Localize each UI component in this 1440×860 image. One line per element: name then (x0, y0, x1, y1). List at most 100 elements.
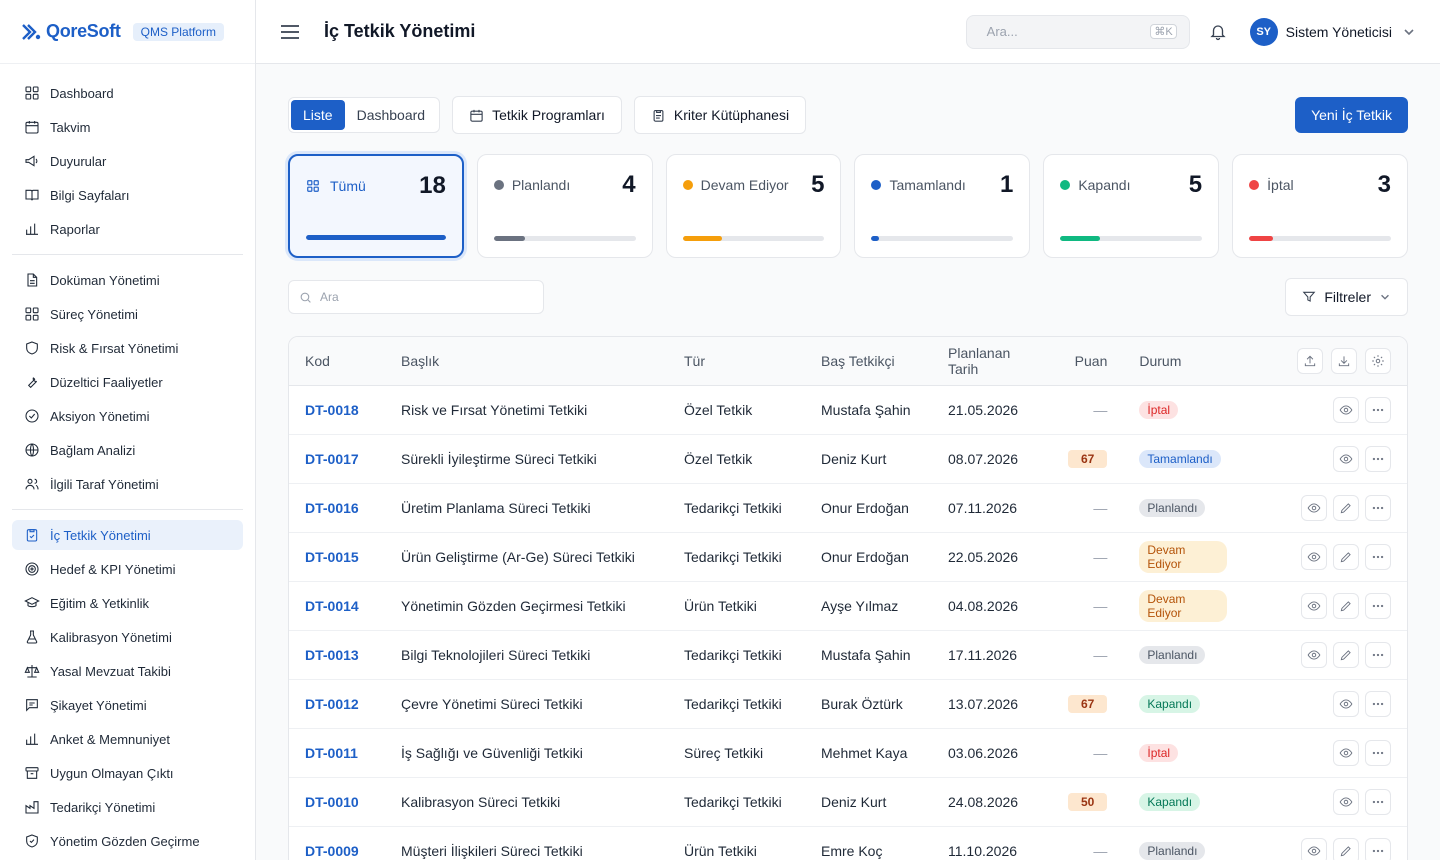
sidebar-item[interactable]: Duyurular (12, 146, 243, 176)
eye-icon[interactable] (1333, 445, 1359, 472)
sidebar-item[interactable]: Anket & Memnuniyet (12, 724, 243, 754)
menu-toggle-icon[interactable] (280, 22, 300, 42)
table-row[interactable]: DT-0012 Çevre Yönetimi Süreci Tetkiki Teda… (289, 679, 1407, 729)
download-icon[interactable] (1331, 347, 1357, 374)
sidebar-item[interactable]: Takvim (12, 112, 243, 142)
sidebar-item[interactable]: Kalibrasyon Yönetimi (12, 622, 243, 652)
sidebar-item[interactable]: Aksiyon Yönetimi (12, 401, 243, 431)
col-status[interactable]: Durum (1123, 337, 1244, 386)
pencil-icon[interactable] (1333, 641, 1359, 668)
col-code[interactable]: Kod (289, 337, 385, 386)
sidebar-item-label: Anket & Memnuniyet (50, 731, 170, 747)
eye-icon[interactable] (1301, 641, 1327, 668)
audit-code-link[interactable]: DT-0018 (289, 385, 385, 435)
table-row[interactable]: DT-0011 İş Sağlığı ve Güvenliği Tetkiki Sü… (289, 728, 1407, 778)
eye-icon[interactable] (1301, 592, 1327, 619)
eye-icon[interactable] (1301, 837, 1327, 860)
sidebar-item[interactable]: Dashboard (12, 78, 243, 108)
status-card[interactable]: Kapandı 5 (1043, 154, 1220, 258)
sidebar-item[interactable]: Süreç Yönetimi (12, 299, 243, 329)
table-row[interactable]: DT-0014 Yönetimin Gözden Geçirmesi Tetkik… (289, 581, 1407, 631)
col-lead-auditor[interactable]: Baş Tetkikçi (805, 337, 932, 386)
audit-table: Kod Başlık Tür Baş Tetkikçi Planlanan Ta… (288, 336, 1408, 860)
sidebar-item[interactable]: Eğitim & Yetkinlik (12, 588, 243, 618)
sidebar-item[interactable]: Yönetim Gözden Geçirme (12, 826, 243, 856)
avatar[interactable]: SY (1249, 17, 1278, 46)
audit-code-link[interactable]: DT-0016 (289, 483, 385, 533)
table-row[interactable]: DT-0016 Üretim Planlama Süreci Tetkiki Ted… (289, 483, 1407, 533)
sidebar-item[interactable]: Düzeltici Faaliyetler (12, 367, 243, 397)
bell-icon[interactable] (1208, 22, 1228, 42)
table-row[interactable]: DT-0013 Bilgi Teknolojileri Süreci Tetkik… (289, 630, 1407, 680)
more-icon[interactable] (1365, 445, 1391, 472)
sidebar-item[interactable]: Bilgi Sayfaları (12, 180, 243, 210)
more-icon[interactable] (1365, 690, 1391, 717)
col-type[interactable]: Tür (668, 337, 805, 386)
audit-code-link[interactable]: DT-0009 (289, 826, 385, 860)
upload-icon[interactable] (1297, 347, 1323, 374)
pencil-icon[interactable] (1333, 837, 1359, 860)
audit-programs-button[interactable]: Tetkik Programları (452, 96, 622, 134)
col-score[interactable]: Puan (1052, 337, 1124, 386)
view-dashboard-button[interactable]: Dashboard (345, 100, 438, 130)
sidebar-item[interactable]: İlgili Taraf Yönetimi (12, 469, 243, 499)
sidebar-item[interactable]: Şikayet Yönetimi (12, 690, 243, 720)
filters-button[interactable]: Filtreler (1285, 278, 1408, 316)
table-row[interactable]: DT-0017 Sürekli İyileştirme Süreci Tetkik… (289, 434, 1407, 484)
table-row[interactable]: DT-0010 Kalibrasyon Süreci Tetkiki Tedarik… (289, 777, 1407, 827)
table-row[interactable]: DT-0009 Müşteri İlişkileri Süreci Tetkiki… (289, 826, 1407, 860)
new-audit-button[interactable]: Yeni İç Tetkik (1295, 97, 1408, 133)
user-name[interactable]: Sistem Yöneticisi (1286, 24, 1392, 40)
audit-code-link[interactable]: DT-0013 (289, 630, 385, 680)
sidebar-item[interactable]: Raporlar (12, 214, 243, 244)
chevron-down-icon[interactable] (1402, 25, 1416, 39)
table-row[interactable]: DT-0015 Ürün Geliştirme (Ar-Ge) Süreci Te… (289, 532, 1407, 582)
more-icon[interactable] (1365, 739, 1391, 766)
eye-icon[interactable] (1333, 739, 1359, 766)
more-icon[interactable] (1365, 396, 1391, 423)
pencil-icon[interactable] (1333, 494, 1359, 521)
sidebar-item[interactable]: Uygun Olmayan Çıktı (12, 758, 243, 788)
audit-code-link[interactable]: DT-0011 (289, 728, 385, 778)
sidebar-item[interactable]: İç Tetkik Yönetimi (12, 520, 243, 550)
status-card[interactable]: Devam Ediyor 5 (665, 154, 842, 258)
sidebar-item[interactable]: Bağlam Analizi (12, 435, 243, 465)
global-search-input[interactable]: Ara... ⌘K (965, 14, 1190, 49)
sidebar-item[interactable]: Tedarikçi Yönetimi (12, 792, 243, 822)
col-planned-date[interactable]: Planlanan Tarih (932, 337, 1052, 386)
more-icon[interactable] (1365, 543, 1391, 570)
audit-code-link[interactable]: DT-0017 (289, 434, 385, 484)
more-icon[interactable] (1365, 788, 1391, 815)
more-icon[interactable] (1365, 592, 1391, 619)
eye-icon[interactable] (1301, 494, 1327, 521)
eye-icon[interactable] (1333, 788, 1359, 815)
list-search-input[interactable]: Ara (288, 280, 544, 314)
more-icon[interactable] (1365, 494, 1391, 521)
audit-code-link[interactable]: DT-0015 (289, 532, 385, 582)
audit-code-link[interactable]: DT-0012 (289, 679, 385, 729)
page-title: İç Tetkik Yönetimi (324, 21, 476, 41)
pencil-icon[interactable] (1333, 543, 1359, 570)
status-card[interactable]: İptal 3 (1232, 154, 1408, 258)
sidebar-item[interactable]: Doküman Yönetimi (12, 265, 243, 295)
view-list-button[interactable]: Liste (291, 100, 345, 130)
more-icon[interactable] (1365, 837, 1391, 860)
col-title[interactable]: Başlık (385, 337, 668, 386)
sidebar-item[interactable]: Yasal Mevzuat Takibi (12, 656, 243, 686)
sidebar-item[interactable]: Risk & Fırsat Yönetimi (12, 333, 243, 363)
eye-icon[interactable] (1301, 543, 1327, 570)
logo[interactable]: QoreSoft (20, 21, 121, 43)
pencil-icon[interactable] (1333, 592, 1359, 619)
eye-icon[interactable] (1333, 690, 1359, 717)
audit-code-link[interactable]: DT-0010 (289, 777, 385, 827)
status-card[interactable]: Tamamlandı 1 (854, 154, 1031, 258)
gear-icon[interactable] (1365, 347, 1391, 374)
audit-code-link[interactable]: DT-0014 (289, 581, 385, 631)
sidebar-item[interactable]: Hedef & KPI Yönetimi (12, 554, 243, 584)
eye-icon[interactable] (1333, 396, 1359, 423)
status-card[interactable]: Planlandı 4 (476, 154, 653, 258)
status-card[interactable]: Tümü 18 (288, 154, 464, 258)
criteria-library-button[interactable]: Kriter Kütüphanesi (633, 96, 807, 134)
more-icon[interactable] (1365, 641, 1391, 668)
table-row[interactable]: DT-0018 Risk ve Fırsat Yönetimi Tetkiki Öz… (289, 385, 1407, 435)
